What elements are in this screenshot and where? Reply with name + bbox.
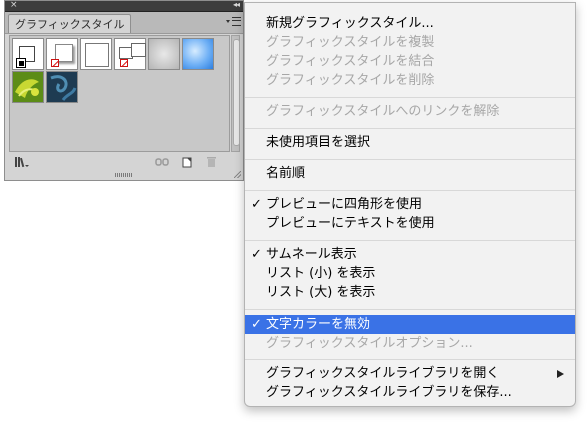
menu-separator (245, 190, 575, 191)
no-fill-icon (51, 59, 59, 67)
style-swatch-default[interactable] (12, 38, 44, 70)
new-style-icon[interactable] (181, 156, 193, 168)
menu-item-open-library[interactable]: グラフィックスタイルライブラリを開く (245, 364, 575, 383)
no-fill-icon (120, 59, 128, 67)
resize-corner-icon[interactable] (234, 171, 241, 178)
delete-icon[interactable] (206, 156, 217, 168)
hamburger-icon (231, 17, 241, 26)
graphic-styles-panel: × ◂◂ グラフィックスタイル (4, 0, 244, 181)
menu-item-break-link[interactable]: グラフィックスタイルへのリンクを解除 (245, 102, 575, 121)
menu-item-preview-square[interactable]: ✓ プレビューに四角形を使用 (245, 195, 575, 214)
scrollbar-thumb[interactable] (233, 39, 240, 146)
collapse-icon[interactable]: ◂◂ (233, 0, 240, 11)
checkmark-icon: ✓ (251, 317, 262, 332)
menu-item-small-list-view[interactable]: リスト (小) を表示 (245, 264, 575, 283)
menu-item-delete[interactable]: グラフィックスタイルを削除 (245, 71, 575, 90)
menu-separator (245, 159, 575, 160)
menu-item-save-library[interactable]: グラフィックスタイルライブラリを保存... (245, 383, 575, 402)
style-swatch-green-pattern[interactable] (12, 71, 44, 103)
style-swatch-blue-pattern[interactable] (46, 71, 78, 103)
vertical-scrollbar[interactable] (231, 35, 240, 152)
submenu-arrow-icon (557, 370, 564, 378)
panel-flyout-menu: 新規グラフィックスタイル... グラフィックスタイルを複製 グラフィックスタイル… (244, 2, 576, 407)
menu-item-sort-by-name[interactable]: 名前順 (245, 164, 575, 183)
chevron-down-icon (226, 20, 230, 23)
menu-separator (245, 359, 575, 360)
panel-resize-grip[interactable] (115, 173, 133, 177)
panel-menu-button[interactable] (225, 16, 241, 29)
style-swatch-frame[interactable] (114, 38, 146, 70)
menu-separator (245, 97, 575, 98)
blue-pattern-icon (47, 72, 77, 102)
menu-separator (245, 240, 575, 241)
style-swatch-drop-shadow[interactable] (46, 38, 78, 70)
menu-item-preview-text[interactable]: プレビューにテキストを使用 (245, 214, 575, 233)
green-pattern-icon (13, 72, 43, 102)
menu-item-style-options[interactable]: グラフィックスタイルオプション... (245, 334, 575, 353)
menu-item-override-character-color[interactable]: ✓ 文字カラーを無効 (245, 315, 575, 334)
menu-item-duplicate[interactable]: グラフィックスタイルを複製 (245, 33, 575, 52)
library-menu-icon[interactable] (14, 156, 30, 168)
style-swatch-blue-glow[interactable] (182, 38, 214, 70)
menu-item-merge[interactable]: グラフィックスタイルを結合 (245, 52, 575, 71)
menu-item-select-unused[interactable]: 未使用項目を選択 (245, 133, 575, 152)
style-swatch-white[interactable] (80, 38, 112, 70)
panel-titlebar[interactable]: × ◂◂ (5, 0, 243, 12)
checkmark-icon: ✓ (251, 247, 262, 262)
panel-bottom-toolbar (5, 153, 243, 171)
menu-separator (245, 309, 575, 310)
menu-item-new-style[interactable]: 新規グラフィックスタイル... (245, 14, 575, 33)
style-swatch-soft-shadow[interactable] (148, 38, 180, 70)
break-link-icon[interactable] (155, 156, 169, 168)
panel-tab-row: グラフィックスタイル (5, 12, 243, 34)
checkmark-icon: ✓ (251, 197, 262, 212)
style-thumbnails (9, 35, 230, 152)
menu-item-thumbnail-view[interactable]: ✓ サムネール表示 (245, 245, 575, 264)
tab-graphic-styles[interactable]: グラフィックスタイル (8, 14, 132, 33)
close-icon[interactable]: × (10, 0, 18, 11)
menu-separator (245, 128, 575, 129)
menu-item-large-list-view[interactable]: リスト (大) を表示 (245, 283, 575, 302)
